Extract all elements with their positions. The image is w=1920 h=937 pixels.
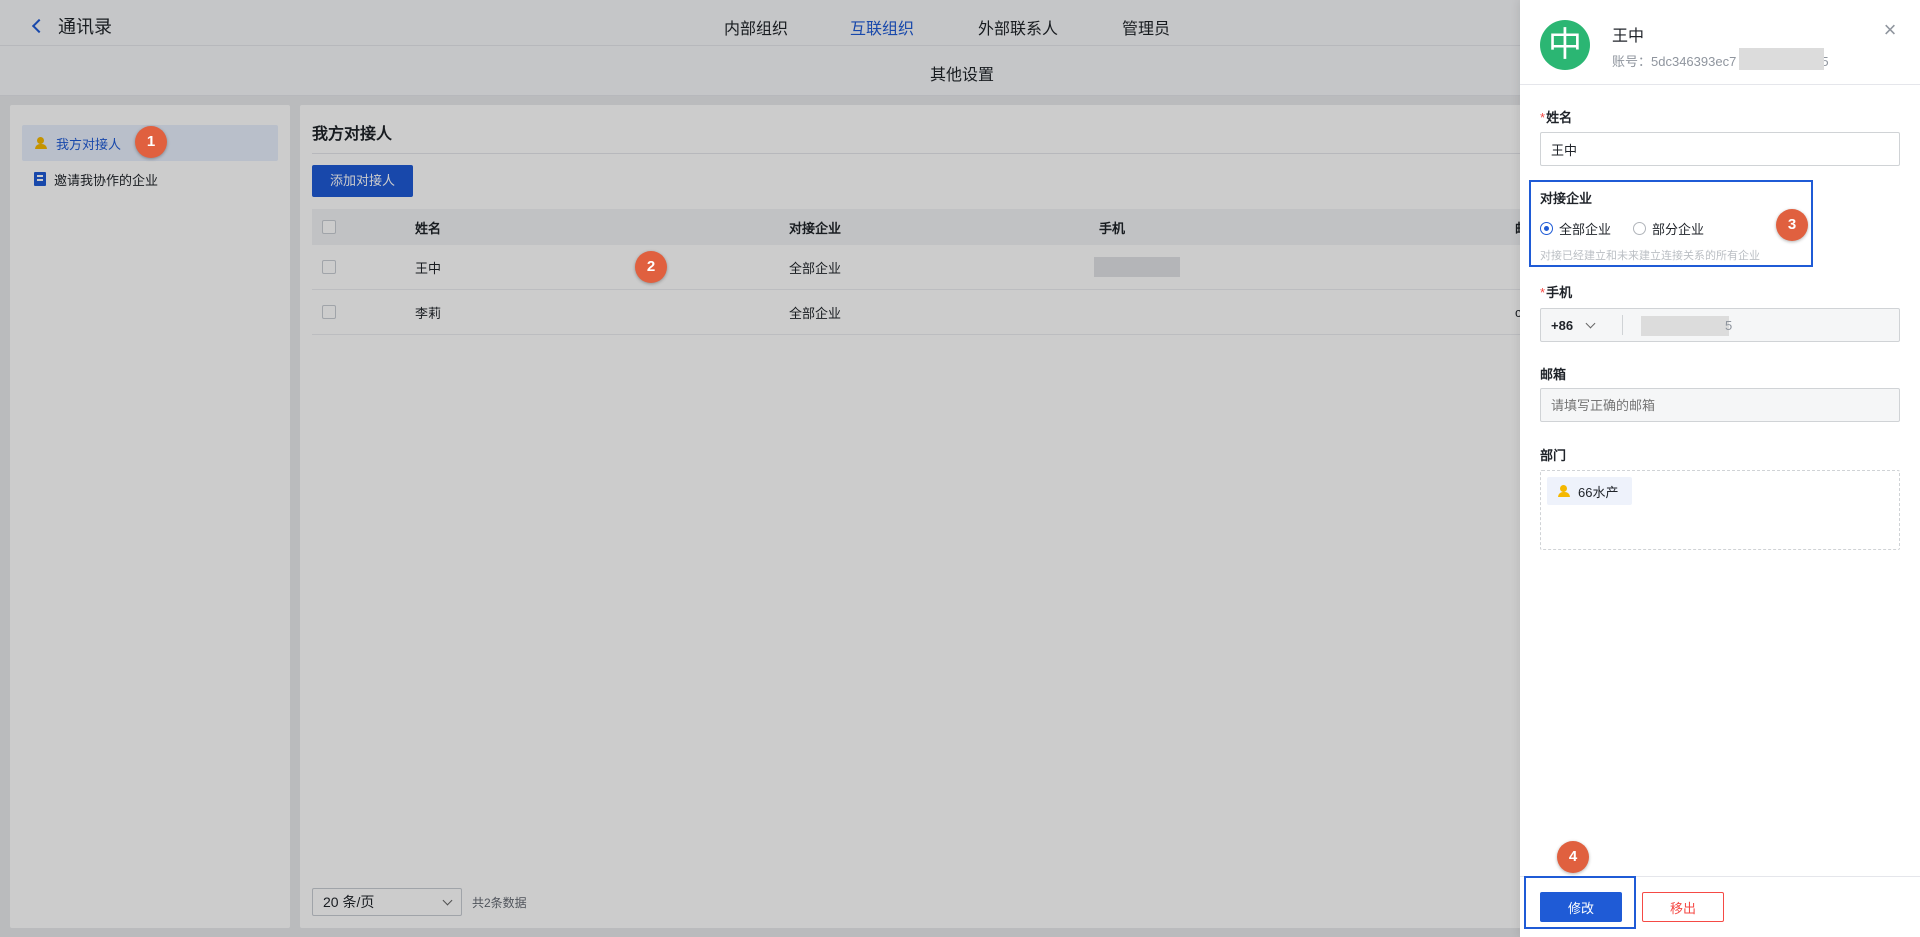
phone-label-text: 手机 xyxy=(1546,285,1573,300)
contact-name: 王中 xyxy=(1612,28,1645,45)
modal-overlay[interactable] xyxy=(0,0,1520,937)
name-field-value: 王中 xyxy=(1551,142,1578,158)
department-label: 部门 xyxy=(1540,448,1567,463)
step-badge-1: 1 xyxy=(135,126,167,158)
highlight-edit-button xyxy=(1524,876,1636,929)
phone-label: *手机 xyxy=(1540,285,1573,300)
country-code-select[interactable]: +86 xyxy=(1541,315,1623,335)
chevron-down-icon xyxy=(1585,318,1596,328)
remove-button[interactable]: 移出 xyxy=(1642,892,1724,922)
avatar: 中 xyxy=(1540,20,1590,70)
country-code-value: +86 xyxy=(1551,317,1574,333)
department-tag-label: 66水产 xyxy=(1578,484,1619,500)
step-badge-4: 4 xyxy=(1557,841,1589,873)
department-box[interactable]: 66水产 xyxy=(1540,470,1900,550)
phone-field[interactable]: +86 5 xyxy=(1540,308,1900,342)
phone-tail: 5 xyxy=(1725,317,1733,333)
email-field[interactable] xyxy=(1540,388,1900,422)
department-tag[interactable]: 66水产 xyxy=(1547,477,1633,505)
step-badge-3: 3 xyxy=(1776,209,1808,241)
name-field[interactable]: 王中 xyxy=(1540,132,1900,166)
close-icon[interactable]: × xyxy=(1880,19,1900,41)
divider xyxy=(1520,84,1920,85)
account-id-text: 账号：5dc346393ec7 xyxy=(1612,54,1737,69)
redacted-phone xyxy=(1641,316,1729,336)
step-badge-2: 2 xyxy=(635,251,667,283)
contact-detail-drawer: 中 王中 账号：5dc346393ec7 5 × *姓名 王中 对接企业 全部企业… xyxy=(1520,0,1920,937)
user-icon xyxy=(1557,484,1571,498)
name-label: *姓名 xyxy=(1540,110,1573,125)
name-label-text: 姓名 xyxy=(1546,110,1573,125)
highlight-enterprise-section xyxy=(1529,180,1813,267)
redacted-account xyxy=(1739,48,1824,70)
email-label: 邮箱 xyxy=(1540,367,1567,382)
